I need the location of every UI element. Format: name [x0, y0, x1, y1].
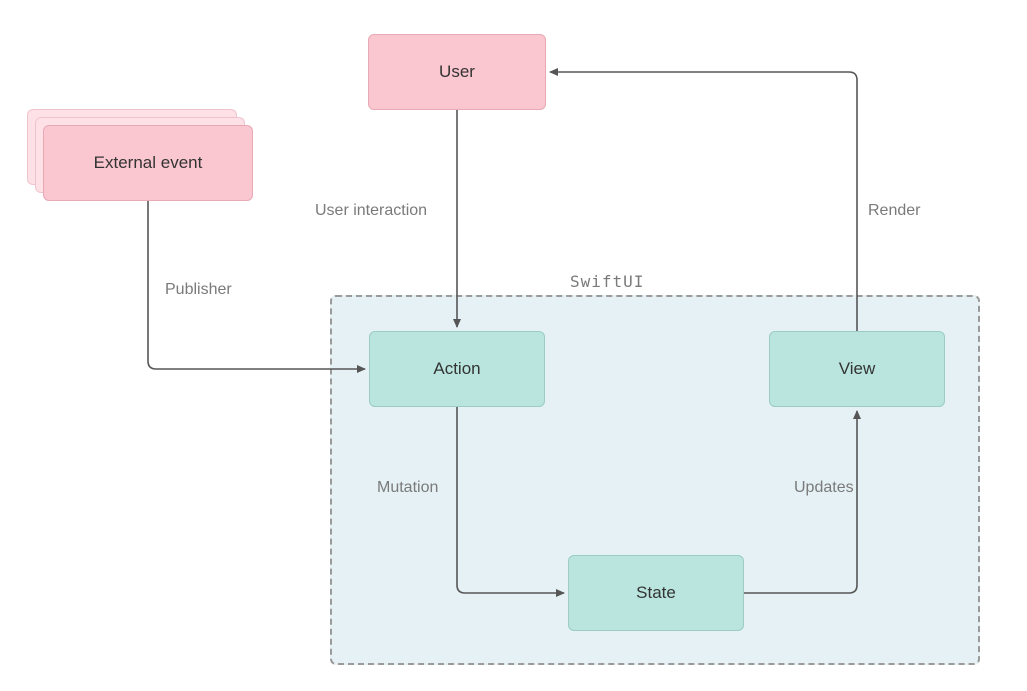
action-label: Action: [433, 359, 480, 379]
publisher-label: Publisher: [165, 281, 232, 299]
user-interaction-label: User interaction: [315, 202, 427, 220]
diagram-root: SwiftUI External event User Action State…: [0, 0, 1027, 691]
view-label: View: [839, 359, 876, 379]
external-event-label: External event: [94, 153, 203, 173]
user-node: User: [368, 34, 546, 110]
mutation-label: Mutation: [377, 479, 438, 497]
view-node: View: [769, 331, 945, 407]
updates-label: Updates: [794, 479, 854, 497]
state-node: State: [568, 555, 744, 631]
swiftui-label: SwiftUI: [570, 272, 644, 291]
action-node: Action: [369, 331, 545, 407]
user-label: User: [439, 62, 475, 82]
state-label: State: [636, 583, 676, 603]
external-event-node: External event: [43, 125, 253, 201]
render-label: Render: [868, 202, 920, 220]
arrow-view-to-user: [550, 72, 857, 331]
